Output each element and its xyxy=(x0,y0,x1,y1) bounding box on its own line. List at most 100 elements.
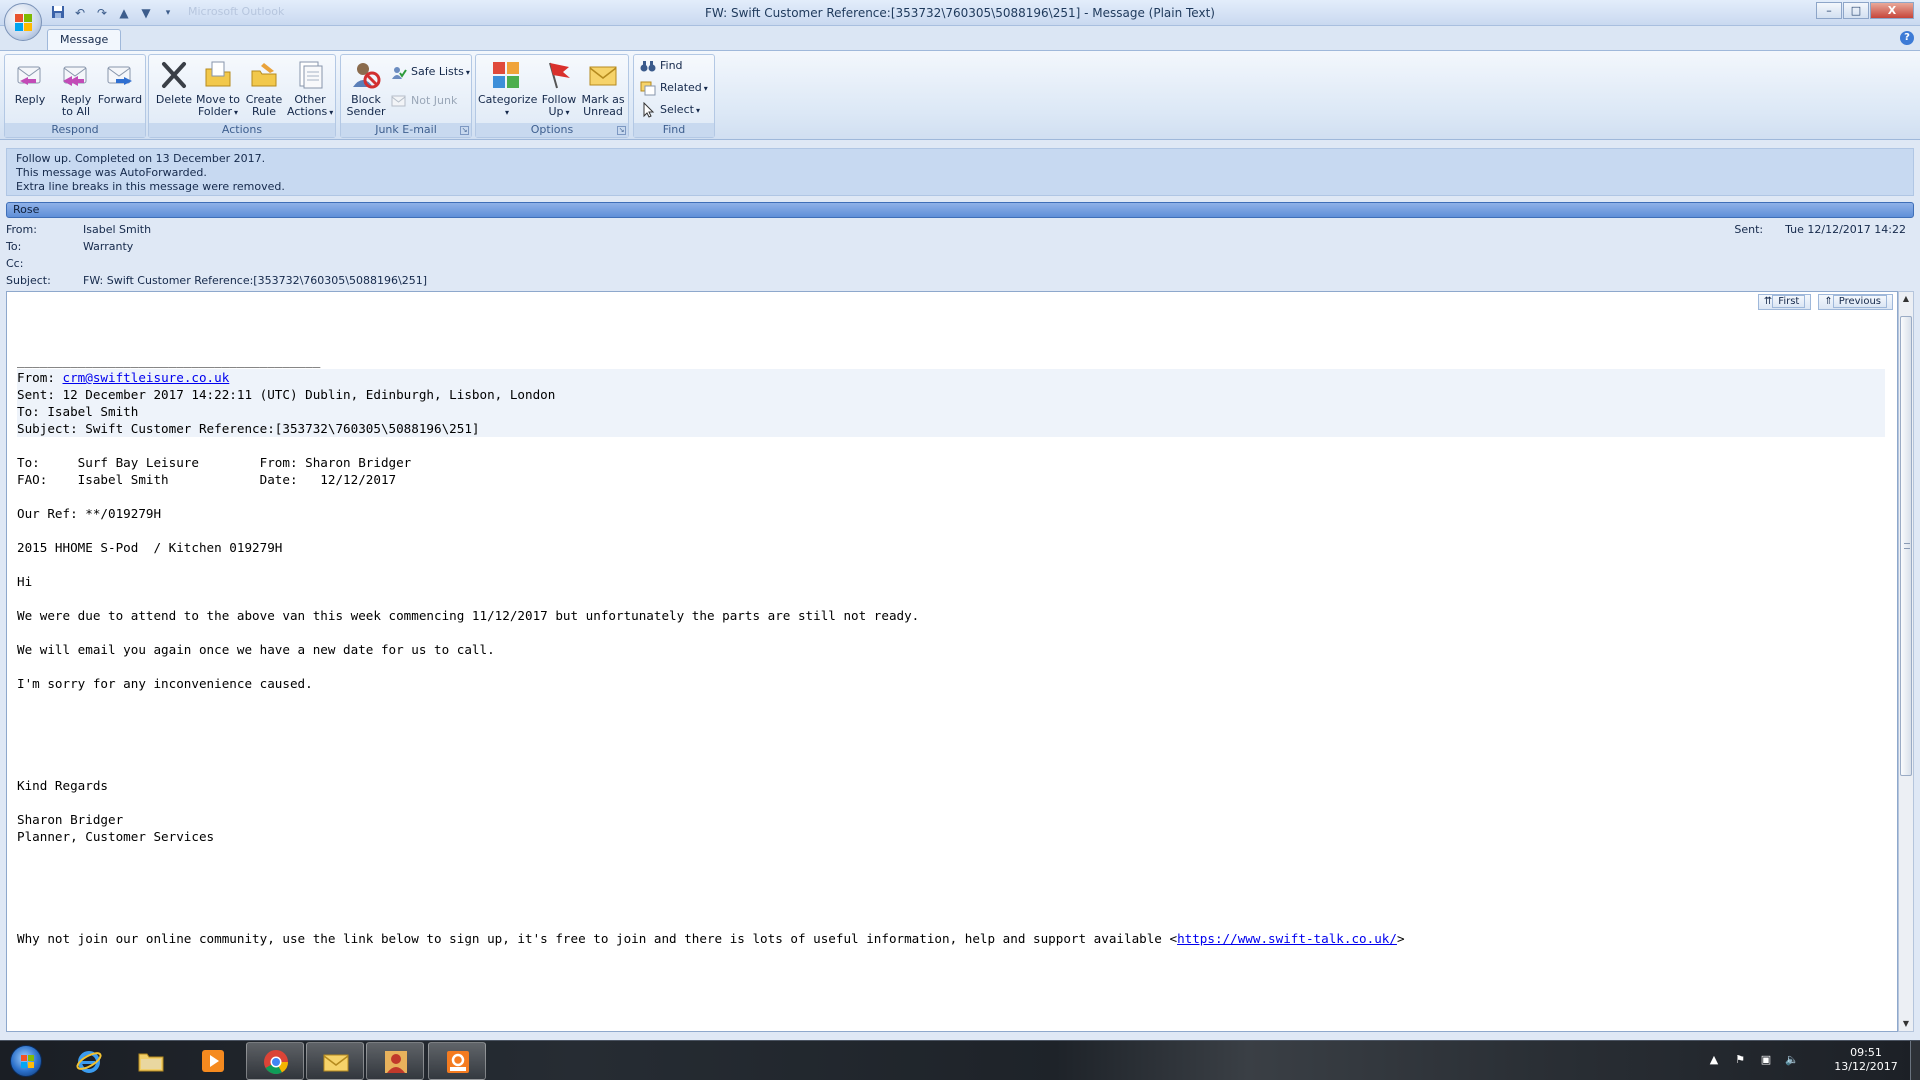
move-to-folder-icon xyxy=(202,59,234,91)
pdf-icon xyxy=(444,1048,472,1076)
mark-as-unread-icon xyxy=(587,59,619,91)
subject-value: FW: Swift Customer Reference:[353732\760… xyxy=(83,274,427,287)
block-sender-button[interactable]: Block Sender xyxy=(343,57,389,123)
start-button[interactable] xyxy=(4,1042,48,1080)
folder-icon xyxy=(137,1047,165,1075)
office-button[interactable] xyxy=(4,3,42,41)
previous-item-button[interactable]: ⇑ Previous xyxy=(1818,294,1893,310)
vertical-scrollbar[interactable]: ▲ ▼ xyxy=(1898,291,1914,1032)
info-follow-up: Follow up. Completed on 13 December 2017… xyxy=(16,152,266,165)
product-line: 2015 HHOME S-Pod / Kitchen 019279H xyxy=(17,540,283,555)
clock-date: 13/12/2017 xyxy=(1834,1060,1898,1073)
window-controls: – □ X xyxy=(1815,2,1914,19)
forward-icon xyxy=(104,59,136,91)
related-icon xyxy=(640,80,656,96)
action-center-flag-icon[interactable]: ⚑ xyxy=(1732,1052,1748,1068)
category-bar: Rose xyxy=(6,202,1914,218)
move-to-folder-button[interactable]: Move to Folder ▾ xyxy=(195,57,241,123)
junk-email-group-label: Junk E-mail xyxy=(341,123,471,137)
taskbar-pdf-creator[interactable] xyxy=(428,1042,486,1080)
from-label: From: xyxy=(6,223,37,236)
options-dialog-launcher[interactable]: ↘ xyxy=(617,126,626,135)
reply-all-button[interactable]: Reply to All xyxy=(53,57,99,123)
community-line: Why not join our online community, use t… xyxy=(17,931,1405,946)
create-rule-button[interactable]: Create Rule xyxy=(241,57,287,123)
community-link[interactable]: https://www.swift-talk.co.uk/ xyxy=(1177,931,1397,946)
volume-icon[interactable]: 🔈 xyxy=(1784,1052,1800,1068)
chrome-icon xyxy=(262,1048,290,1076)
show-desktop-button[interactable] xyxy=(1910,1041,1920,1080)
item-navigation: ⇈ First ⇑ Previous xyxy=(1757,294,1893,310)
other-actions-button[interactable]: Other Actions ▾ xyxy=(287,57,333,123)
message-body[interactable]: ⇈ First ⇑ Previous _______________________… xyxy=(6,291,1898,1032)
respond-group-label: Respond xyxy=(5,123,145,137)
paragraph-1: We were due to attend to the above van t… xyxy=(17,608,920,623)
delete-icon xyxy=(158,59,190,91)
create-rule-icon xyxy=(248,59,280,91)
follow-up-flag-icon xyxy=(543,59,575,91)
taskbar-internet-explorer[interactable] xyxy=(60,1042,118,1080)
taskbar-clock[interactable]: 09:51 13/12/2017 xyxy=(1826,1046,1906,1074)
network-icon[interactable]: ▣ xyxy=(1758,1052,1774,1068)
reply-icon xyxy=(14,59,46,91)
info-bar[interactable]: Follow up. Completed on 13 December 2017… xyxy=(6,148,1914,196)
subject-label: Subject: xyxy=(6,274,51,287)
taskbar-outlook-message[interactable] xyxy=(306,1042,364,1080)
system-tray: ▲ ⚑ ▣ 🔈 xyxy=(1706,1052,1800,1068)
paragraph-2: We will email you again once we have a n… xyxy=(17,642,495,657)
taskbar-media-player[interactable] xyxy=(184,1042,242,1080)
options-group-label: Options xyxy=(476,123,628,137)
maximize-button[interactable]: □ xyxy=(1843,2,1869,19)
from-value[interactable]: Isabel Smith xyxy=(83,222,151,238)
delete-button[interactable]: Delete xyxy=(151,57,197,123)
internet-explorer-icon xyxy=(75,1047,103,1075)
ribbon-tab-row: Message ? xyxy=(0,26,1920,50)
ribbon: Reply Reply to All Forward Respond Delete xyxy=(0,50,1920,140)
show-hidden-icons-icon[interactable]: ▲ xyxy=(1706,1052,1722,1068)
reply-button[interactable]: Reply xyxy=(7,57,53,123)
windows-taskbar: ▲ ⚑ ▣ 🔈 09:51 13/12/2017 xyxy=(0,1040,1920,1080)
find-group-label: Find xyxy=(634,123,714,137)
signature-name: Sharon Bridger xyxy=(17,812,124,827)
find-group: Find Related ▾ Select ▾ Find xyxy=(633,54,715,138)
scroll-up-arrow-icon[interactable]: ▲ xyxy=(1899,292,1913,306)
windows-orb-icon xyxy=(10,1045,42,1077)
minimize-button[interactable]: – xyxy=(1816,2,1842,19)
info-autoforwarded: This message was AutoForwarded. xyxy=(16,166,207,179)
not-junk-icon xyxy=(391,93,407,109)
mark-as-unread-button[interactable]: Mark as Unread xyxy=(580,57,626,123)
sent-field: Sent: Tue 12/12/2017 14:22 xyxy=(1734,222,1906,238)
select-button[interactable]: Select ▾ xyxy=(640,100,700,120)
cursor-icon xyxy=(640,101,656,118)
forward-button[interactable]: Forward xyxy=(97,57,143,123)
taskbar-file-explorer[interactable] xyxy=(122,1042,180,1080)
scroll-down-arrow-icon[interactable]: ▼ xyxy=(1899,1017,1913,1031)
categorize-icon xyxy=(490,59,522,91)
memo-fao-line: FAO: Isabel Smith Date: 12/12/2017 xyxy=(17,472,397,487)
paragraph-3: I'm sorry for any inconvenience caused. xyxy=(17,676,313,691)
find-button[interactable]: Find xyxy=(640,56,683,76)
separator-line: ________________________________________ xyxy=(17,353,321,368)
not-junk-button[interactable]: Not Junk xyxy=(391,91,457,111)
respond-group: Reply Reply to All Forward Respond xyxy=(4,54,146,138)
first-item-button[interactable]: ⇈ First xyxy=(1757,294,1812,310)
help-icon[interactable]: ? xyxy=(1900,31,1914,45)
cc-label: Cc: xyxy=(6,257,24,270)
forwarded-from-line: From: crm@swiftleisure.co.uk xyxy=(17,369,1885,386)
sender-email-link[interactable]: crm@swiftleisure.co.uk xyxy=(63,370,230,385)
junk-email-dialog-launcher[interactable]: ↘ xyxy=(460,126,469,135)
scroll-thumb[interactable] xyxy=(1900,316,1912,776)
forwarded-to-line: To: Isabel Smith xyxy=(17,403,1885,420)
categorize-button[interactable]: Categorize ▾ xyxy=(478,57,537,123)
taskbar-contacts[interactable] xyxy=(366,1042,424,1080)
taskbar-chrome[interactable] xyxy=(246,1042,304,1080)
safe-lists-button[interactable]: Safe Lists ▾ xyxy=(391,62,470,82)
close-button[interactable]: X xyxy=(1870,2,1914,19)
sent-label: Sent: xyxy=(1734,223,1764,236)
tab-message[interactable]: Message xyxy=(47,29,122,50)
forwarded-subject-line: Subject: Swift Customer Reference:[35373… xyxy=(17,420,1885,437)
follow-up-button[interactable]: Follow Up ▾ xyxy=(536,57,582,123)
to-value[interactable]: Warranty xyxy=(83,239,133,255)
clock-time: 09:51 xyxy=(1850,1046,1882,1059)
related-button[interactable]: Related ▾ xyxy=(640,78,708,98)
